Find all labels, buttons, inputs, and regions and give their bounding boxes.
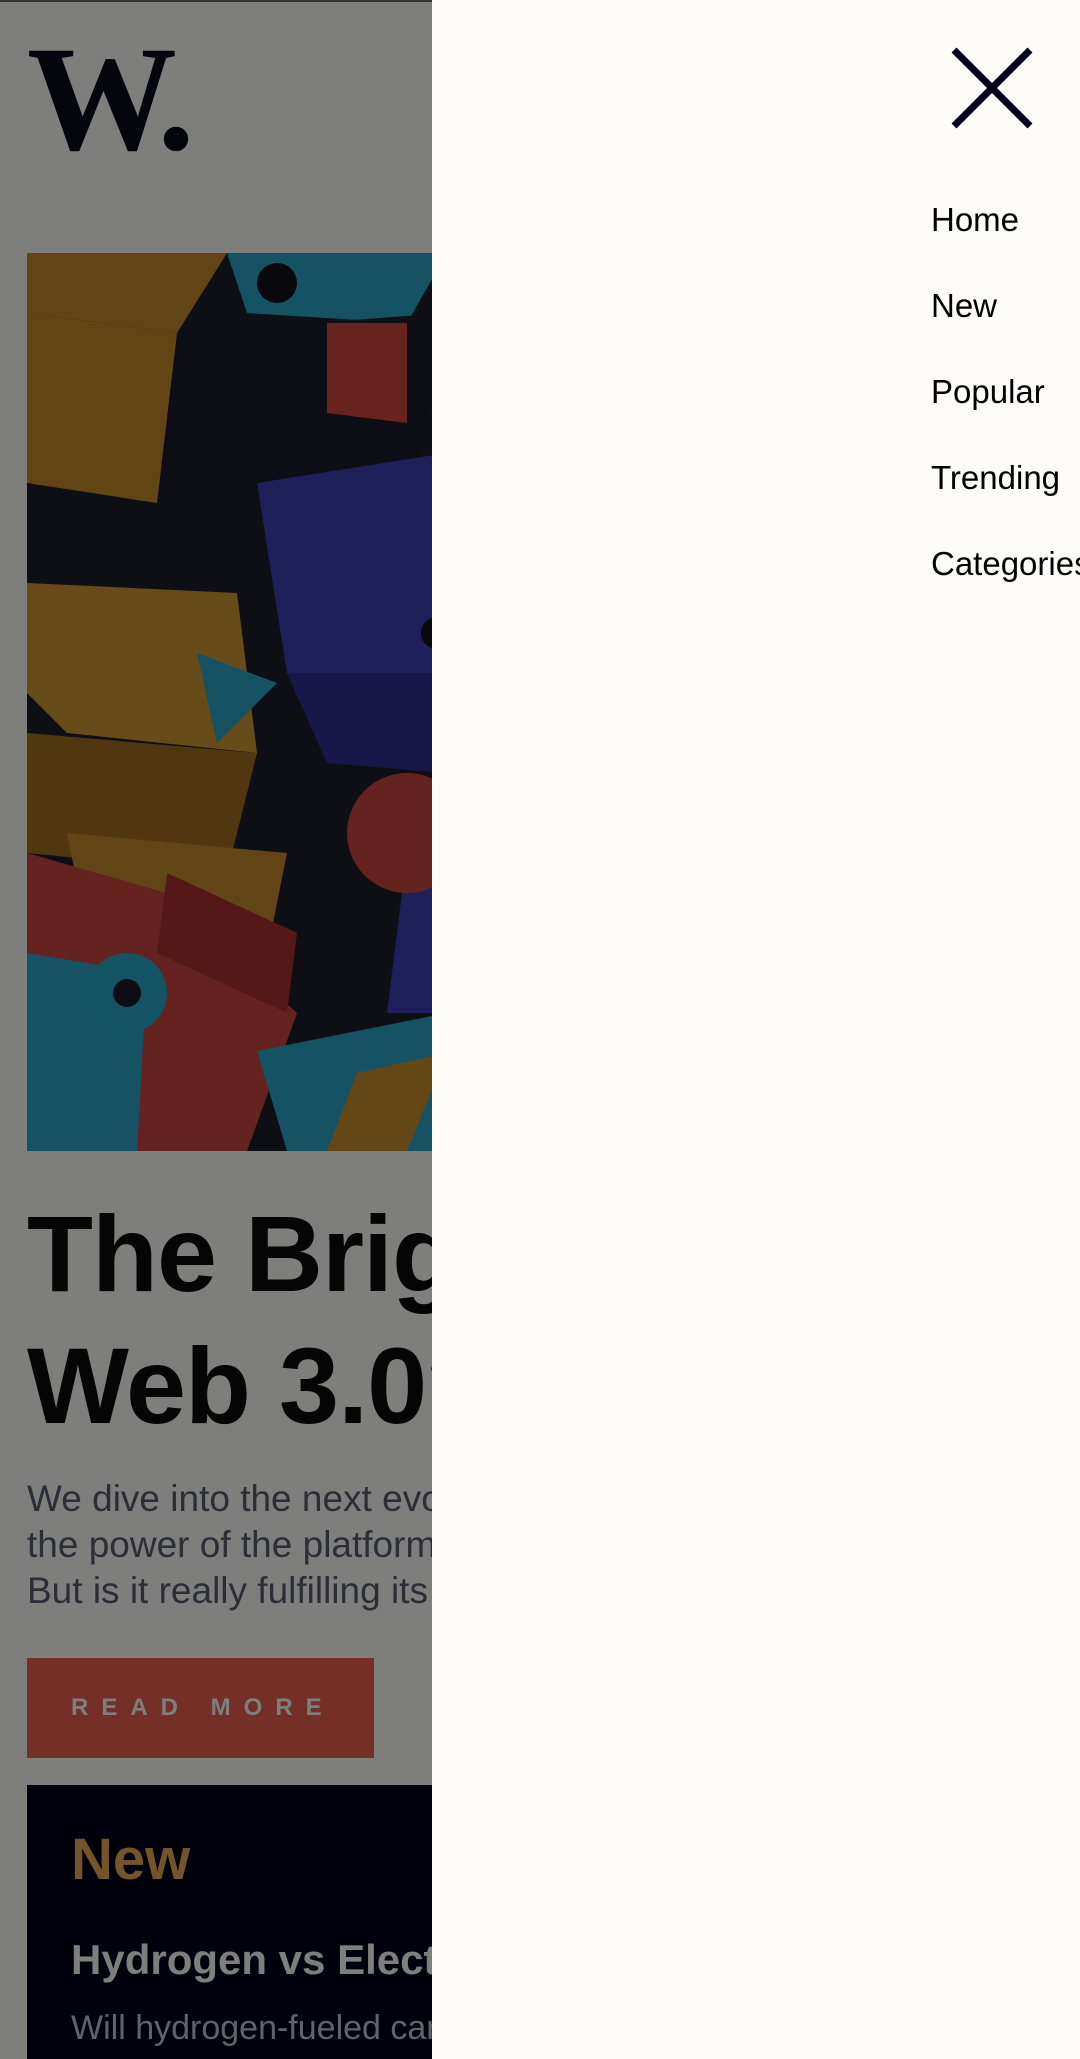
nav-item-home: Home — [931, 195, 1080, 281]
nav-link-new[interactable]: New — [931, 281, 997, 331]
page: W. — [0, 0, 1080, 2059]
nav-drawer: Home New Popular Trending Categories — [432, 0, 1080, 2059]
nav-item-trending: Trending — [931, 453, 1080, 539]
nav-menu: Home New Popular Trending Categories — [931, 195, 1080, 625]
nav-item-categories: Categories — [931, 539, 1080, 625]
close-icon — [951, 47, 1033, 129]
nav-link-popular[interactable]: Popular — [931, 367, 1045, 417]
nav-link-categories[interactable]: Categories — [931, 539, 1080, 589]
nav-link-home[interactable]: Home — [931, 195, 1019, 245]
nav-link-trending[interactable]: Trending — [931, 453, 1060, 503]
close-menu-button[interactable] — [950, 46, 1034, 130]
nav-item-popular: Popular — [931, 367, 1080, 453]
nav-item-new: New — [931, 281, 1080, 367]
